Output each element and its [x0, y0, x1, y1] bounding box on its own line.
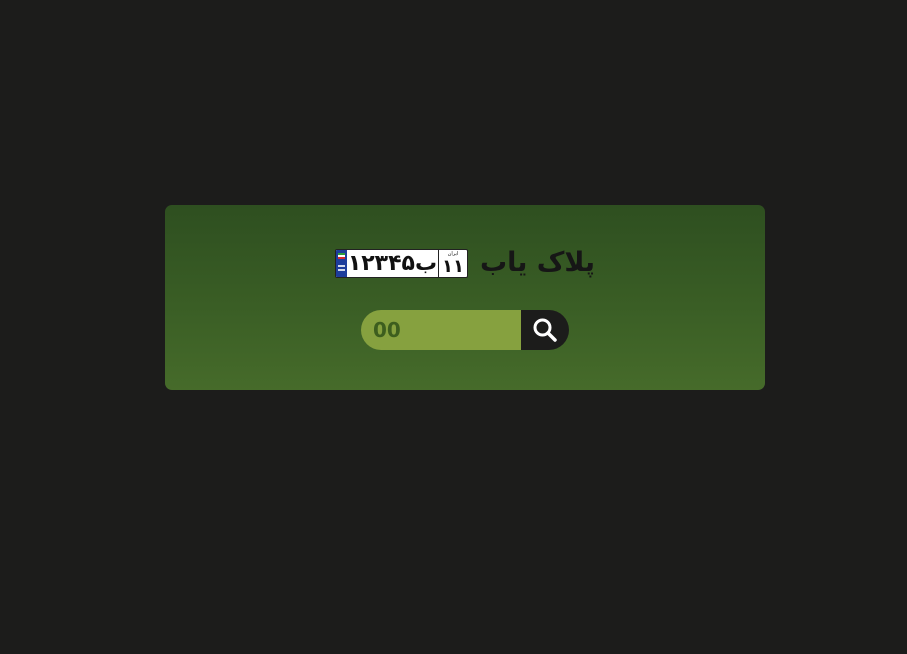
search-icon: [533, 318, 557, 342]
plate-region-code: ۱۱: [441, 255, 464, 277]
iran-flag-icon: [335, 249, 347, 277]
plate-main-number: ۱۲ب۳۴۵: [347, 250, 438, 276]
search-box: [361, 310, 569, 350]
search-input[interactable]: [361, 310, 521, 350]
search-button[interactable]: [521, 310, 569, 350]
title-row: ۱۲ب۳۴۵ ایران ۱۱ پلاک یاب: [165, 245, 765, 281]
license-plate-image: ۱۲ب۳۴۵ ایران ۱۱: [334, 248, 468, 278]
plate-region: ایران ۱۱: [437, 249, 467, 277]
page-title: پلاک یاب: [479, 247, 596, 278]
search-card: ۱۲ب۳۴۵ ایران ۱۱ پلاک یاب: [165, 205, 765, 390]
